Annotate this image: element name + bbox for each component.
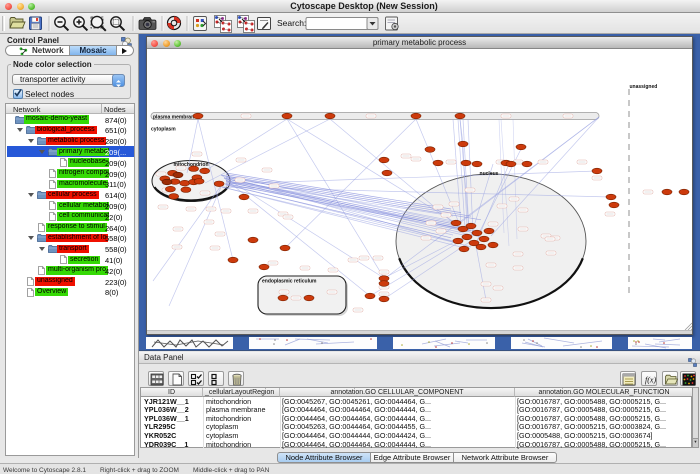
svg-text:plasma membrane: plasma membrane: [153, 114, 197, 120]
svg-text:f(x): f(x): [645, 375, 656, 384]
svg-text:cytoplasm: cytoplasm: [151, 127, 176, 133]
svg-text:nucleus: nucleus: [480, 171, 499, 177]
svg-text:Search:: Search:: [277, 18, 306, 28]
svg-text:endoplasmic reticulum: endoplasmic reticulum: [262, 279, 317, 285]
svg-text:unassigned: unassigned: [630, 84, 658, 90]
